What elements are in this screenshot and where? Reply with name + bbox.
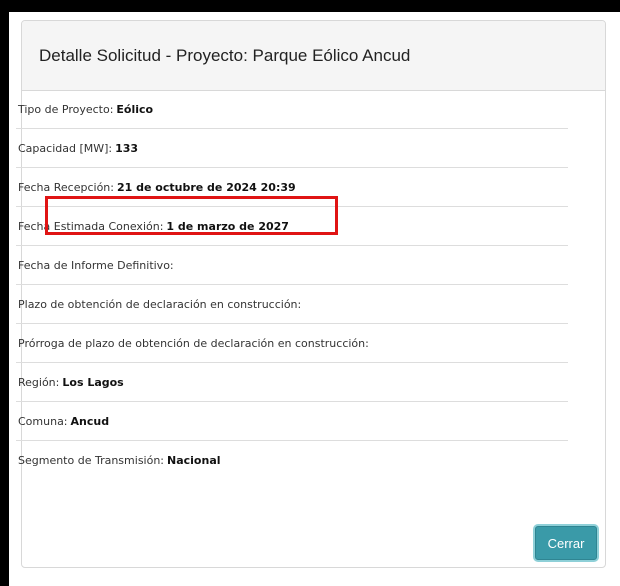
- row-value: 1 de marzo de 2027: [166, 219, 289, 233]
- row-value: Eólico: [116, 102, 154, 116]
- detail-row-construction-extension: Prórroga de plazo de obtención de declar…: [16, 324, 568, 363]
- detail-row-commune: Comuna: Ancud: [16, 402, 568, 441]
- modal-body: Tipo de Proyecto: Eólico Capacidad [MW]:…: [16, 90, 568, 480]
- detail-row-final-report-date: Fecha de Informe Definitivo:: [16, 246, 568, 285]
- detail-row-region: Región: Los Lagos: [16, 363, 568, 402]
- row-label: Fecha de Informe Definitivo:: [18, 258, 174, 272]
- row-label: Segmento de Transmisión:: [18, 454, 165, 467]
- row-label: Plazo de obtención de declaración en con…: [18, 297, 302, 311]
- detail-row-construction-deadline: Plazo de obtención de declaración en con…: [16, 285, 568, 324]
- row-label: Fecha Recepción:: [18, 180, 114, 194]
- detail-row-transmission-segment: Segmento de Transmisión: Nacional: [16, 441, 568, 480]
- row-value: 21 de octubre de 2024 20:39: [116, 180, 296, 194]
- close-button[interactable]: Cerrar: [535, 526, 597, 560]
- modal-title: Detalle Solicitud - Proyecto: Parque Eól…: [39, 45, 411, 65]
- detail-row-reception-date: Fecha Recepción: 21 de octubre de 2024 2…: [16, 168, 568, 207]
- detail-row-capacity: Capacidad [MW]: 133: [16, 129, 568, 168]
- row-label: Comuna:: [18, 414, 68, 428]
- row-label: Prórroga de plazo de obtención de declar…: [18, 336, 369, 350]
- row-value: 133: [115, 141, 139, 155]
- detail-row-estimated-connection: Fecha Estimada Conexión: 1 de marzo de 2…: [16, 207, 568, 246]
- detail-row-project-type: Tipo de Proyecto: Eólico: [16, 90, 568, 129]
- row-label: Capacidad [MW]:: [18, 141, 113, 155]
- row-value: Ancud: [70, 414, 110, 428]
- row-value: Los Lagos: [62, 375, 124, 389]
- row-label: Región:: [18, 375, 60, 389]
- modal-header: Detalle Solicitud - Proyecto: Parque Eól…: [22, 21, 605, 91]
- row-value: Nacional: [167, 454, 221, 467]
- row-label: Fecha Estimada Conexión:: [18, 219, 164, 233]
- row-label: Tipo de Proyecto:: [18, 102, 114, 116]
